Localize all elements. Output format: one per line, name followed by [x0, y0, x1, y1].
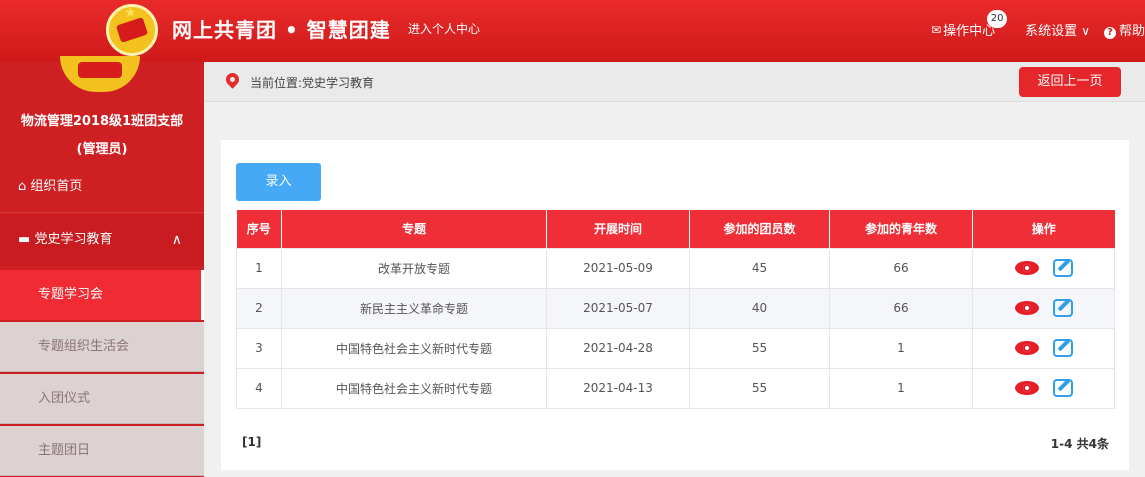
cell-members: 55 — [689, 327, 830, 369]
cell-actions — [972, 287, 1115, 329]
cell-members: 40 — [689, 287, 830, 329]
edit-icon[interactable] — [1052, 298, 1073, 317]
table-row: 1 改革开放专题 2021-05-09 45 66 — [236, 247, 1115, 289]
org-emblem — [60, 56, 140, 92]
ops-center-link[interactable]: 操作中心 20 — [943, 10, 1008, 39]
org-role: (管理员) — [76, 142, 128, 157]
table-row: 3 中国特色社会主义新时代专题 2021-04-28 55 1 — [236, 327, 1115, 369]
sidebar-item-party-history-label: 党史学习教育 — [34, 232, 113, 247]
youth-league-logo: ★ — [106, 4, 158, 56]
pagination-summary: 1-4 共4条 — [1050, 437, 1109, 451]
column-header: 操作 — [972, 210, 1115, 248]
notification-badge: 20 — [987, 10, 1008, 28]
sidebar-subitem-org-life[interactable]: 专题组织生活会 — [0, 322, 204, 372]
enter-personal-center-link[interactable]: 进入个人中心 — [408, 20, 480, 37]
sidebar-item-home-label: 组织首页 — [30, 179, 83, 194]
cell-members: 55 — [689, 367, 830, 409]
sidebar: 物流管理2018级1班团支部 (管理员) ⌂ 组织首页 ▬ 党史学习教育 ∧ 专… — [0, 56, 204, 477]
chevron-up-icon: ∧ — [171, 232, 182, 248]
mail-icon: ✉ — [931, 22, 942, 37]
cell-youth: 66 — [829, 247, 973, 289]
table-row: 2 新民主主义革命专题 2021-05-07 40 66 — [236, 287, 1115, 329]
table-header-row: 序号 专题 开展时间 参加的团员数 参加的青年数 操作 — [236, 210, 1115, 248]
question-icon: ? — [1103, 27, 1116, 39]
sidebar-item-home[interactable]: ⌂ 组织首页 — [0, 161, 204, 213]
cell-topic: 新民主主义革命专题 — [281, 287, 547, 329]
edit-icon[interactable] — [1052, 338, 1073, 357]
column-header: 专题 — [281, 210, 547, 248]
breadcrumb: 当前位置:党史学习教育 返回上一页 — [204, 62, 1145, 102]
cell-youth: 66 — [829, 287, 973, 329]
view-eye-icon[interactable] — [1014, 340, 1039, 355]
chevron-down-icon: ∨ — [1081, 24, 1090, 38]
table-row: 4 中国特色社会主义新时代专题 2021-04-13 55 1 — [236, 367, 1115, 409]
sidebar-subitem-theme-day[interactable]: 主题团日 — [0, 426, 204, 476]
cell-date: 2021-05-09 — [546, 247, 690, 289]
help-link[interactable]: ? 帮助 — [1103, 20, 1145, 39]
sidebar-subitem-admission-ceremony[interactable]: 入团仪式 — [0, 374, 204, 424]
column-header: 参加的团员数 — [689, 210, 830, 248]
breadcrumb-text: 当前位置:党史学习教育 — [250, 76, 375, 90]
home-icon: ⌂ — [18, 179, 27, 194]
org-name-line1: 物流管理2018级1班团支部 — [20, 114, 184, 129]
system-settings-label: 系统设置 — [1025, 24, 1078, 39]
cell-members: 45 — [689, 247, 830, 289]
column-header: 开展时间 — [546, 210, 690, 248]
folder-icon: ▬ — [18, 232, 31, 247]
cell-actions — [972, 247, 1115, 289]
ops-center-label: 操作中心 — [943, 24, 996, 39]
content-panel: 录入 序号 专题 开展时间 参加的团员数 参加的青年数 操作 1 改革开放专题 … — [221, 140, 1129, 470]
top-header: ★ 网上共青团 • 智慧团建 进入个人中心 ✉ 操作中心 20 系统设置 ∨ ? 帮… — [0, 0, 1145, 62]
cell-youth: 1 — [829, 367, 973, 409]
help-label: 帮助 — [1118, 24, 1145, 39]
view-eye-icon[interactable] — [1014, 300, 1039, 315]
cell-no: 3 — [236, 327, 282, 369]
cell-actions — [972, 367, 1115, 409]
column-header: 参加的青年数 — [829, 210, 973, 248]
cell-topic: 改革开放专题 — [281, 247, 547, 289]
sidebar-subitem-study-session[interactable]: 专题学习会 — [0, 270, 204, 320]
cell-topic: 中国特色社会主义新时代专题 — [281, 367, 547, 409]
cell-actions — [972, 327, 1115, 369]
cell-date: 2021-04-28 — [546, 327, 690, 369]
cell-no: 1 — [236, 247, 282, 289]
system-settings-menu[interactable]: 系统设置 ∨ — [1025, 20, 1090, 39]
edit-icon[interactable] — [1052, 258, 1073, 277]
add-record-button[interactable]: 录入 — [236, 163, 321, 201]
cell-date: 2021-05-07 — [546, 287, 690, 329]
brand-title: 网上共青团 • 智慧团建 — [172, 18, 391, 42]
edit-icon[interactable] — [1052, 378, 1073, 397]
cell-youth: 1 — [829, 327, 973, 369]
org-name: 物流管理2018级1班团支部 (管理员) — [0, 108, 204, 164]
cell-no: 4 — [236, 367, 282, 409]
cell-date: 2021-04-13 — [546, 367, 690, 409]
sidebar-item-party-history[interactable]: ▬ 党史学习教育 ∧ — [0, 214, 204, 266]
column-header: 序号 — [236, 210, 282, 248]
header-actions: ✉ 操作中心 20 系统设置 ∨ ? 帮助 — [931, 10, 1145, 39]
cell-topic: 中国特色社会主义新时代专题 — [281, 327, 547, 369]
pagination-page-1[interactable]: [1] — [242, 435, 261, 449]
view-eye-icon[interactable] — [1014, 380, 1039, 395]
cell-no: 2 — [236, 287, 282, 329]
location-pin-icon — [223, 70, 242, 89]
records-table: 序号 专题 开展时间 参加的团员数 参加的青年数 操作 1 改革开放专题 202… — [236, 210, 1115, 409]
back-button[interactable]: 返回上一页 — [1019, 67, 1121, 97]
view-eye-icon[interactable] — [1014, 260, 1039, 275]
